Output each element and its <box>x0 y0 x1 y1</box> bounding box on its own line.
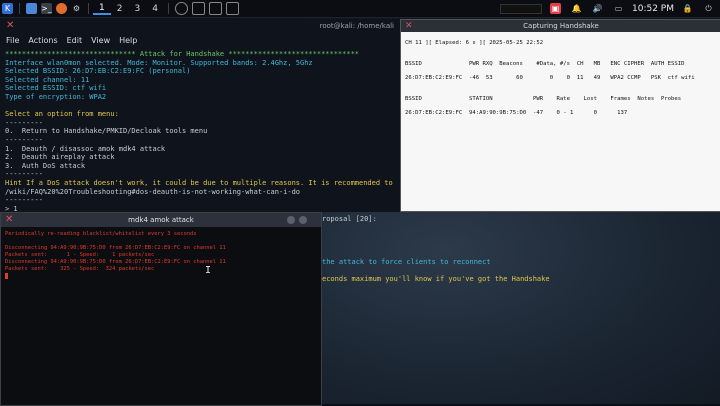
window-title: ✕ mdk4 amok attack <box>1 213 321 227</box>
terminal-output-continued: roposal [20]: the attack to force clients… <box>320 212 720 404</box>
window-title: ✕ root@kali: /home/kali <box>0 19 400 33</box>
station-table-row: 26:D7:EB:C2:E9:FC 94:A9:90:9B:75:D0 -47 … <box>405 110 628 116</box>
menu-bar: File Actions Edit View Help <box>0 33 400 47</box>
ap-table-header: BSSID PWR RXQ Beacons #Data, #/s CH MB E… <box>405 61 685 67</box>
capture-handshake-window[interactable]: ✕ Capturing Handshake CH 11 ][ Elapsed: … <box>400 19 720 212</box>
terminal-line: 2. Deauth aireplay attack <box>5 153 115 162</box>
terminal-line: 1. Deauth / disassoc amok mdk4 attack <box>5 144 166 153</box>
ap-table-row: 26:D7:EB:C2:E9:FC -46 53 60 0 0 11 49 WP… <box>405 75 695 81</box>
mdk4-output-line: Disconnecting 94:A9:90:9B:75:D0 from 26:… <box>5 245 226 251</box>
volume-icon[interactable]: 🔊 <box>592 3 603 14</box>
battery-icon[interactable]: ▭ <box>613 3 624 14</box>
menu-actions[interactable]: Actions <box>28 36 57 45</box>
terminal-line: Selected channel: 11 <box>5 75 90 84</box>
terminal-line: Select an option from menu: <box>5 110 119 119</box>
terminal-line: ******************************* Attack f… <box>5 50 360 58</box>
window-title-text: mdk4 amok attack <box>128 216 194 224</box>
mdk4-attack-window[interactable]: ✕ mdk4 amok attack Periodically re-readi… <box>0 212 322 406</box>
system-tray: ▣ 🔔 🔊 ▭ 10:52 PM 🔒 ⏻ <box>500 0 716 17</box>
taskbar-divider <box>167 3 169 14</box>
terminal-line: > 1 <box>5 204 18 212</box>
terminal-line: Selected ESSID: ctf wifi <box>5 84 107 93</box>
terminal-line: --------- <box>5 135 43 144</box>
screenshot-icon[interactable]: ▣ <box>550 3 561 14</box>
close-icon[interactable]: ✕ <box>405 20 413 32</box>
top-taskbar: K >_ ⚙ 1 2 3 4 ▣ 🔔 🔊 ▭ 10:52 PM 🔒 ⏻ <box>0 0 720 18</box>
window-button-icon[interactable] <box>225 2 239 15</box>
menu-help[interactable]: Help <box>119 36 137 45</box>
terminal-line: 0. Return to Handshake/PMKID/Decloak too… <box>5 127 208 136</box>
window-title-text: root@kali: /home/kali <box>319 22 394 30</box>
station-table-header: BSSID STATION PWR Rate Lost Frames Notes… <box>405 96 682 102</box>
power-icon[interactable]: ⏻ <box>703 3 714 14</box>
terminal-line: roposal [20]: <box>322 215 377 223</box>
menu-edit[interactable]: Edit <box>67 36 83 45</box>
maximize-button[interactable] <box>299 216 307 224</box>
mouse-cursor-icon: I <box>205 265 212 276</box>
lock-icon[interactable]: 🔒 <box>682 3 693 14</box>
terminal-line: Type of encryption: WPA2 <box>5 92 107 101</box>
taskbar-divider <box>19 3 20 14</box>
terminal-line: --------- <box>5 118 43 127</box>
clock[interactable]: 10:52 PM <box>632 4 674 14</box>
terminal-line: econds maximum you'll know if you've got… <box>322 275 550 284</box>
workspace-4[interactable]: 4 <box>146 4 164 14</box>
window-button-icon[interactable] <box>174 2 188 15</box>
terminal-line: Hint If a DoS attack doesn't work, it co… <box>5 178 393 187</box>
terminal-line: 3. Auth DoS attack <box>5 161 86 170</box>
terminal-line: --------- <box>5 196 43 205</box>
main-terminal-window[interactable]: ✕ root@kali: /home/kali File Actions Edi… <box>0 19 400 212</box>
minimize-button[interactable] <box>287 216 295 224</box>
terminal-line: Interface wlan0mon selected. Mode: Monit… <box>5 58 313 67</box>
close-icon[interactable]: ✕ <box>6 19 14 33</box>
workspace-2[interactable]: 2 <box>111 4 129 14</box>
terminal-launcher-icon[interactable]: >_ <box>41 3 52 14</box>
workspace-1[interactable]: 1 <box>93 3 111 15</box>
airodump-output: CH 11 ][ Elapsed: 6 s ][ 2025-05-25 22:5… <box>401 32 720 125</box>
terminal-line: --------- <box>5 170 43 179</box>
firefox-icon[interactable] <box>56 3 67 14</box>
mdk4-output-line: Packets sent: 1 - Speed: 1 packets/sec <box>5 252 155 258</box>
window-title: ✕ Capturing Handshake <box>401 20 720 32</box>
mdk4-output-line: Disconnecting 94:A9:90:9B:75:D0 from 26:… <box>5 259 226 265</box>
terminal-output[interactable]: ******************************* Attack f… <box>0 47 400 212</box>
window-button-icon[interactable] <box>191 2 205 15</box>
mdk4-output-line: Packets sent: 325 - Speed: 324 packets/s… <box>5 266 155 272</box>
menu-file[interactable]: File <box>6 36 19 45</box>
settings-icon[interactable]: ⚙ <box>71 3 82 14</box>
status-line: CH 11 ][ Elapsed: 6 s ][ 2025-05-25 22:5… <box>405 40 544 46</box>
window-button-icon[interactable] <box>208 2 222 15</box>
mdk4-output-line <box>5 238 317 245</box>
mdk4-output-line: Periodically re-reading blacklist/whitel… <box>5 231 197 237</box>
mdk4-output: Periodically re-reading blacklist/whitel… <box>1 227 321 286</box>
kali-menu-icon[interactable]: K <box>2 3 13 14</box>
desktop-icon[interactable] <box>26 3 37 14</box>
cpu-graph-icon <box>500 3 542 14</box>
taskbar-divider <box>88 3 89 14</box>
terminal-line: /wiki/FAQ%20%20Troubleshooting#dos-deaut… <box>5 187 301 196</box>
window-title-text: Capturing Handshake <box>523 22 599 30</box>
menu-view[interactable]: View <box>91 36 110 45</box>
terminal-line: the attack to force clients to reconnect <box>322 258 491 266</box>
text-cursor <box>5 273 8 279</box>
notification-icon[interactable]: 🔔 <box>571 3 582 14</box>
workspace-3[interactable]: 3 <box>128 4 146 14</box>
close-icon[interactable]: ✕ <box>5 213 13 227</box>
terminal-line: Selected BSSID: 26:D7:EB:C2:E9:FC (perso… <box>5 67 191 76</box>
